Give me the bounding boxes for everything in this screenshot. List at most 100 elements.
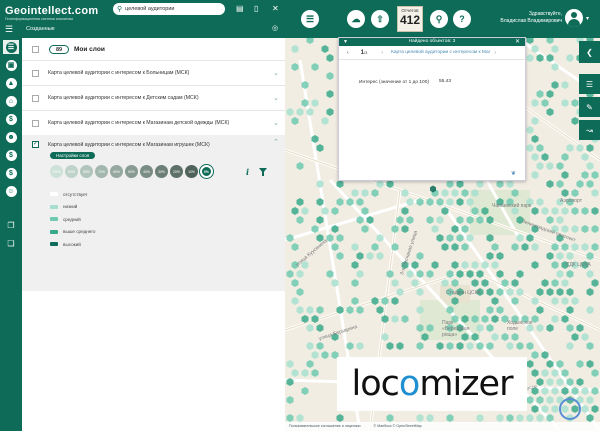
attribution-terms[interactable]: Пользовательское соглашение и лицензии bbox=[289, 424, 361, 428]
layer-item[interactable]: Карта целевой аудитории с интересом к Де… bbox=[22, 85, 285, 110]
map-hex-cell bbox=[531, 171, 539, 179]
layer-checkbox[interactable] bbox=[32, 94, 39, 102]
map-hex-cell bbox=[531, 351, 539, 359]
map-hex-cell bbox=[351, 279, 359, 287]
opacity-option[interactable]: 80% bbox=[80, 165, 93, 178]
opacity-option[interactable]: 30% bbox=[155, 165, 168, 178]
layer-item[interactable]: ✓ Карта целевой аудитории с интересом к … bbox=[32, 141, 210, 148]
layer-settings-button[interactable]: Настройки слоя bbox=[50, 152, 96, 159]
map-hex-cell bbox=[331, 207, 339, 215]
layer-item[interactable]: Карта целевой аудитории с интересом к Ма… bbox=[22, 110, 285, 135]
map-hex-cell bbox=[476, 414, 484, 422]
map-hex-cell bbox=[546, 180, 554, 188]
opacity-option[interactable]: 10% bbox=[185, 165, 198, 178]
menu-icon[interactable]: ☰ bbox=[5, 25, 13, 34]
chevron-up-icon[interactable]: ⌃ bbox=[273, 138, 279, 146]
map-hex-cell bbox=[316, 216, 324, 224]
rail-duplicate-icon[interactable]: ❏ bbox=[3, 236, 19, 250]
rail-building-icon[interactable]: ▲ bbox=[3, 76, 19, 90]
rail-copy-icon[interactable]: ❐ bbox=[3, 218, 19, 232]
opacity-option[interactable]: 60% bbox=[110, 165, 123, 178]
map-hex-cell bbox=[316, 180, 324, 188]
map-hex-cell bbox=[436, 216, 444, 224]
map-hex-cell bbox=[516, 342, 524, 350]
attribution-osm[interactable]: © Мапбокс © OpenStreetMap bbox=[374, 424, 422, 428]
chevron-down-icon[interactable]: ⌄ bbox=[273, 69, 279, 77]
help-icon[interactable]: ? bbox=[453, 10, 471, 28]
rail-finance-icon[interactable]: $ bbox=[3, 148, 19, 162]
legend-label: выше среднего bbox=[63, 229, 96, 235]
visibility-off-icon[interactable]: ◎ bbox=[272, 24, 278, 32]
rail-people-icon[interactable]: ☺ bbox=[3, 184, 19, 198]
map-hex-cell bbox=[321, 45, 329, 53]
upload-icon[interactable]: ⇧ bbox=[371, 10, 389, 28]
map-hex-cell bbox=[296, 288, 304, 296]
folder-icon[interactable]: ▯ bbox=[254, 4, 258, 13]
map-hex-cell bbox=[566, 270, 574, 278]
map-hex-cell bbox=[391, 279, 399, 287]
opacity-option[interactable]: 40% bbox=[140, 165, 153, 178]
map-hex-cell bbox=[526, 360, 534, 368]
layer-checkbox[interactable] bbox=[32, 69, 39, 77]
layer-item[interactable]: Карта целевой аудитории с интересом к Бо… bbox=[22, 60, 285, 85]
map-hex-cell bbox=[496, 414, 504, 422]
search-icon[interactable]: ⚲ bbox=[430, 10, 448, 28]
opacity-option[interactable]: 70% bbox=[95, 165, 108, 178]
collapse-arrow-icon[interactable]: ❮ bbox=[579, 41, 600, 63]
rail-payments-icon[interactable]: $ bbox=[3, 166, 19, 180]
layer-checkbox-checked[interactable]: ✓ bbox=[32, 141, 39, 148]
save-icon[interactable]: ▤ bbox=[236, 4, 244, 13]
close-icon[interactable]: ✕ bbox=[272, 4, 279, 13]
rail-user-icon[interactable]: ☻ bbox=[3, 130, 19, 144]
opacity-option[interactable]: 50% bbox=[125, 165, 138, 178]
search-box[interactable]: ⚲ bbox=[113, 3, 225, 15]
legend-item: выше среднего bbox=[50, 226, 95, 239]
avatar[interactable] bbox=[565, 9, 583, 27]
location-ring[interactable] bbox=[559, 398, 581, 420]
map-hex-cell bbox=[296, 198, 304, 206]
map-hex-cell bbox=[536, 396, 544, 404]
butterfly-icon[interactable]: ❦ bbox=[511, 170, 516, 177]
layers-stack-icon[interactable]: ☰ bbox=[579, 74, 600, 94]
chevron-down-icon[interactable]: ▾ bbox=[586, 15, 589, 22]
map-hex-cell bbox=[446, 234, 454, 242]
map-hex-cell bbox=[551, 297, 559, 305]
edit-layer-icon[interactable]: ✎ bbox=[579, 97, 600, 117]
map-hex-cell bbox=[451, 189, 459, 197]
rail-layers-icon[interactable]: ☰ bbox=[3, 40, 19, 54]
opacity-option[interactable]: 90% bbox=[65, 165, 78, 178]
opacity-option[interactable]: 20% bbox=[170, 165, 183, 178]
map-hex-cell bbox=[541, 369, 549, 377]
opacity-option[interactable]: 100% bbox=[50, 165, 63, 178]
chevron-right-icon[interactable]: › bbox=[494, 50, 496, 56]
reports-count: 412 bbox=[399, 13, 421, 27]
next-arrow-icon[interactable]: › bbox=[381, 50, 383, 56]
map-hex-cell bbox=[531, 261, 539, 269]
layers-toggle-icon[interactable]: ☰ bbox=[301, 10, 319, 28]
map-hex-cell bbox=[391, 315, 399, 323]
chart-icon[interactable]: ↝ bbox=[579, 120, 600, 140]
chevron-down-icon[interactable]: ⌄ bbox=[273, 119, 279, 127]
cloud-icon[interactable]: ☁ bbox=[347, 10, 365, 28]
close-icon[interactable]: ✕ bbox=[515, 38, 520, 46]
map-hex-cell bbox=[386, 270, 394, 278]
created-tab[interactable]: Созданные bbox=[26, 26, 55, 32]
map-hex-cell bbox=[391, 225, 399, 233]
layer-checkbox[interactable] bbox=[32, 119, 39, 127]
map-hex-cell bbox=[356, 198, 364, 206]
map-hex-cell bbox=[581, 333, 589, 341]
select-all-checkbox[interactable] bbox=[32, 45, 39, 53]
rail-home-icon[interactable]: ⌂ bbox=[3, 94, 19, 108]
map-hex-cell bbox=[316, 144, 324, 152]
rail-money-icon[interactable]: $ bbox=[3, 112, 19, 126]
chevron-down-icon[interactable]: ⌄ bbox=[273, 94, 279, 102]
popup-layer-name[interactable]: Карта целевой аудитории с интересом к Ма… bbox=[391, 50, 490, 55]
info-icon[interactable]: i bbox=[246, 167, 249, 177]
opacity-option[interactable]: 0% bbox=[200, 165, 213, 178]
search-input[interactable] bbox=[125, 6, 221, 12]
reports-counter[interactable]: Отчетов 412 bbox=[397, 6, 423, 32]
prev-arrow-icon[interactable]: ‹ bbox=[347, 50, 349, 56]
my-layers-title: Мои слои bbox=[74, 45, 105, 53]
logo[interactable]: Geointellect.com bbox=[5, 5, 98, 17]
rail-transport-icon[interactable]: ▣ bbox=[3, 58, 19, 72]
